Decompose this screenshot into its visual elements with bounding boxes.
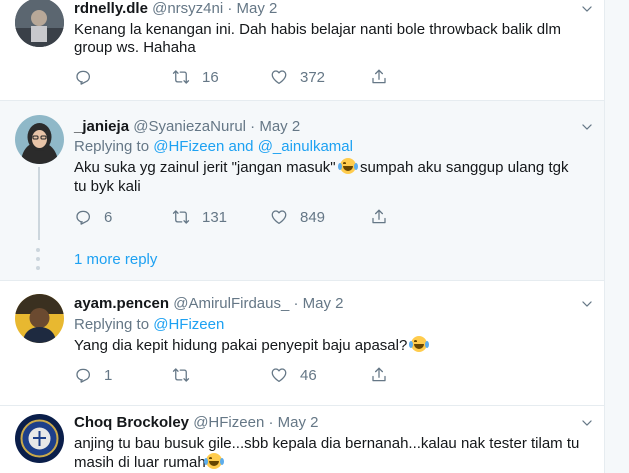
share-icon	[370, 366, 388, 384]
tweet-header: Choq Brockoley @HFizeen · May 2	[74, 414, 319, 431]
tweet-text-line: group ws. Hahaha	[74, 39, 196, 56]
handle[interactable]: @nrsyz4ni	[152, 0, 223, 17]
share-icon	[370, 68, 388, 86]
timestamp[interactable]: May 2	[303, 295, 344, 312]
tears-of-joy-emoji	[203, 453, 224, 469]
display-name[interactable]: rdnelly.dle	[74, 0, 148, 17]
like-icon	[270, 366, 288, 384]
chevron-down-icon[interactable]	[580, 2, 594, 16]
chevron-down-icon[interactable]	[580, 416, 594, 430]
like-button[interactable]: 372	[270, 67, 325, 87]
share-button[interactable]	[370, 365, 388, 385]
dot-separator: ·	[250, 118, 256, 135]
tweet-text: Aku suka yg zainul jerit "jangan masuk"	[74, 159, 336, 176]
tears-of-joy-emoji	[337, 158, 358, 174]
tweet-header: _janieja @SyaniezaNurul · May 2	[74, 118, 300, 135]
retweet-button[interactable]	[172, 365, 190, 385]
retweet-icon	[172, 366, 190, 384]
dot-separator: ·	[227, 0, 233, 17]
like-button[interactable]: 46	[270, 365, 317, 385]
tweet-text: Yang dia kepit hidung pakai penyepit baj…	[74, 337, 408, 354]
mention-link[interactable]: @HFizeen	[153, 138, 224, 155]
avatar[interactable]	[15, 414, 64, 463]
display-name[interactable]: Choq Brockoley	[74, 414, 189, 431]
like-icon	[270, 68, 288, 86]
replying-label: Replying to	[74, 316, 150, 333]
timestamp[interactable]: May 2	[237, 0, 278, 17]
handle[interactable]: @SyaniezaNurul	[133, 118, 246, 135]
tweet-text-line: masih di luar rumah	[74, 453, 224, 473]
avatar[interactable]	[15, 294, 64, 343]
replying-and[interactable]: and	[228, 138, 253, 155]
handle[interactable]: @HFizeen	[193, 414, 264, 431]
page-scroll-rail	[604, 0, 629, 473]
handle[interactable]: @AmirulFirdaus_	[173, 295, 289, 312]
mention-link[interactable]: @_ainulkamal	[258, 138, 353, 155]
tweet-header: ayam.pencen @AmirulFirdaus_ · May 2	[74, 295, 344, 312]
retweet-button[interactable]: 131	[172, 207, 227, 227]
more-dots-icon	[36, 248, 40, 270]
share-icon	[370, 208, 388, 226]
reply-button[interactable]: 1	[74, 365, 112, 385]
retweet-icon	[172, 208, 190, 226]
tweet-text-line: Aku suka yg zainul jerit "jangan masuk" …	[74, 158, 568, 178]
share-button[interactable]	[370, 67, 388, 87]
dot-separator: ·	[268, 414, 274, 431]
replying-to: Replying to @HFizeen	[74, 315, 224, 335]
more-replies-link[interactable]: 1 more reply	[74, 250, 157, 270]
more-replies-row[interactable]: 1 more reply	[0, 240, 604, 280]
tweet-header: rdnelly.dle @nrsyz4ni · May 2	[74, 0, 277, 17]
tweet-choq-brockoley[interactable]: Choq Brockoley @HFizeen · May 2 anjing t…	[0, 406, 604, 473]
retweet-icon	[172, 68, 190, 86]
reply-count: 6	[104, 208, 113, 226]
like-count: 849	[300, 208, 326, 226]
tweet-text-line: Kenang la kenangan ini. Dah habis belaja…	[74, 21, 561, 38]
thread-connector	[38, 167, 40, 240]
like-count: 372	[300, 68, 326, 86]
timestamp[interactable]: May 2	[259, 118, 300, 135]
display-name[interactable]: ayam.pencen	[74, 295, 169, 312]
tweet-text-line: Yang dia kepit hidung pakai penyepit baj…	[74, 336, 430, 356]
reply-icon	[74, 366, 92, 384]
replying-label: Replying to	[74, 138, 150, 155]
dot-separator: ·	[293, 295, 299, 312]
like-count: 46	[300, 366, 317, 384]
avatar[interactable]	[15, 115, 64, 164]
reply-icon	[74, 208, 92, 226]
reply-icon	[74, 68, 92, 86]
tweet-text: masih di luar rumah	[74, 454, 206, 471]
reply-button[interactable]: 6	[74, 207, 112, 227]
timestamp[interactable]: May 2	[278, 414, 319, 431]
reply-count: 1	[104, 366, 113, 384]
tweet-janieja[interactable]: _janieja @SyaniezaNurul · May 2 Replying…	[0, 101, 604, 240]
mention-link[interactable]: @HFizeen	[153, 316, 224, 333]
retweet-button[interactable]: 16	[172, 67, 219, 87]
retweet-count: 131	[202, 208, 228, 226]
tweet-text-line: tu byk kali	[74, 178, 141, 195]
like-icon	[270, 208, 288, 226]
chevron-down-icon[interactable]	[580, 297, 594, 311]
avatar[interactable]	[15, 0, 64, 47]
display-name[interactable]: _janieja	[74, 118, 129, 135]
replying-to: Replying to @HFizeen and @_ainulkamal	[74, 137, 353, 157]
tweet-rdnelly[interactable]: rdnelly.dle @nrsyz4ni · May 2 Kenang la …	[0, 0, 604, 100]
retweet-count: 16	[202, 68, 219, 86]
like-button[interactable]: 849	[270, 207, 325, 227]
tweet-text: sumpah aku sanggup ulang tgk	[359, 159, 569, 176]
tweet-ayam-pencen[interactable]: ayam.pencen @AmirulFirdaus_ · May 2 Repl…	[0, 281, 604, 405]
chevron-down-icon[interactable]	[580, 120, 594, 134]
tweet-text-line: anjing tu bau busuk gile...sbb kepala di…	[74, 435, 580, 452]
reply-button[interactable]	[74, 67, 92, 87]
share-button[interactable]	[370, 207, 388, 227]
tears-of-joy-emoji	[409, 336, 430, 352]
